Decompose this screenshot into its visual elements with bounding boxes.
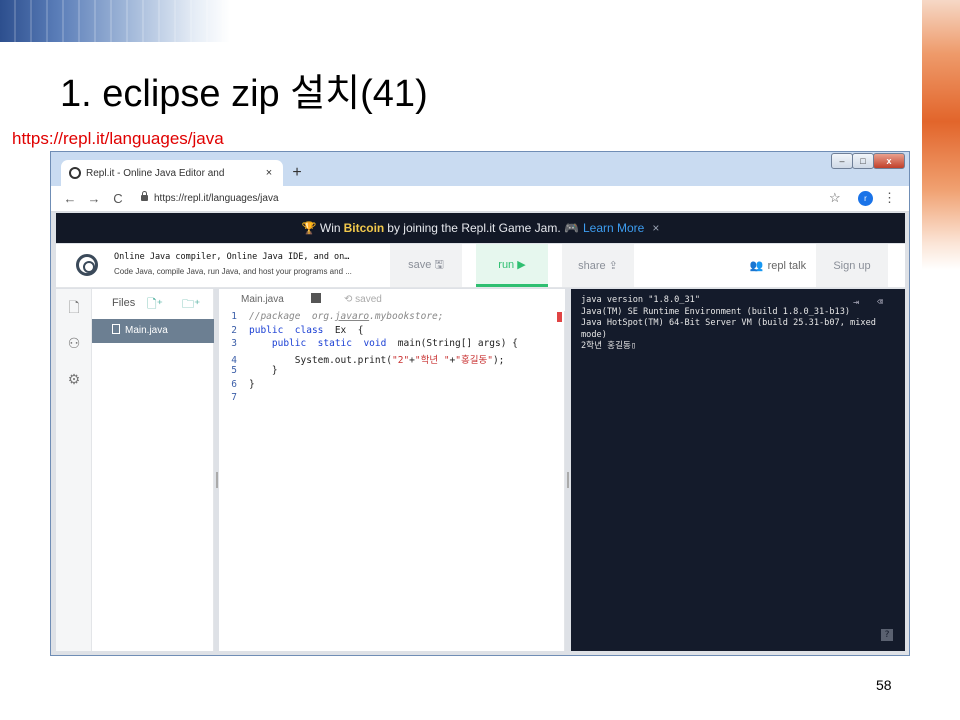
new-tab-button[interactable]: + bbox=[287, 163, 307, 183]
forward-arrow-icon[interactable]: → bbox=[85, 190, 103, 208]
line-number: 4 bbox=[231, 354, 237, 366]
address-bar[interactable]: https://repl.it/languages/java bbox=[131, 189, 851, 209]
file-name: Main.java bbox=[125, 325, 168, 336]
browser-tab[interactable]: Repl.it - Online Java Editor and × bbox=[61, 160, 283, 186]
files-label: Files bbox=[112, 297, 136, 309]
repl-header: Online Java compiler, Online Java IDE, a… bbox=[56, 244, 905, 288]
back-arrow-icon[interactable]: ← bbox=[61, 190, 79, 208]
code-content: } bbox=[249, 378, 255, 390]
line-number: 2 bbox=[231, 324, 237, 336]
replit-favicon-icon bbox=[69, 167, 81, 179]
share-button[interactable]: share ⇪ bbox=[562, 244, 634, 287]
tab-close-icon[interactable]: × bbox=[261, 167, 277, 179]
browser-window: Repl.it - Online Java Editor and × + – □… bbox=[50, 151, 910, 656]
file-item-main-java[interactable]: Main.java bbox=[92, 319, 214, 343]
banner-learn-more-link[interactable]: Learn More bbox=[583, 221, 644, 235]
saved-label: saved bbox=[355, 294, 382, 305]
browser-titlebar: Repl.it - Online Java Editor and × + – □… bbox=[51, 152, 909, 186]
users-icon: 👥 bbox=[749, 260, 764, 272]
console-clear-icon[interactable]: ⌫ bbox=[877, 297, 891, 308]
code-editor[interactable]: Main.java ⟲ saved 1 //package org.javaro.… bbox=[219, 289, 565, 651]
code-comment: //package org.javaro.mybookstore; bbox=[249, 311, 444, 322]
add-folder-icon[interactable]: 🗀⁺ bbox=[182, 295, 200, 316]
code-line: 1 //package org.javaro.mybookstore; bbox=[219, 311, 565, 325]
signup-button[interactable]: Sign up bbox=[816, 244, 888, 287]
code-line: 4 System.out.print("2"+"학년 "+"홍길동"); bbox=[219, 352, 565, 366]
console-expand-icon[interactable]: ⇥ bbox=[853, 297, 867, 308]
tab-title: Repl.it - Online Java Editor and bbox=[86, 167, 225, 179]
code-lines: 1 //package org.javaro.mybookstore; 2 publ… bbox=[219, 311, 565, 406]
browser-toolbar: ← → C https://repl.it/languages/java ☆ r… bbox=[51, 186, 909, 212]
code-line: 7 bbox=[219, 392, 565, 406]
add-file-icon[interactable]: 🗋⁺ bbox=[147, 295, 163, 316]
banner-text: by joining the Repl.it Game Jam. 🎮 bbox=[387, 221, 579, 235]
browser-menu-icon[interactable]: ⋮ bbox=[883, 190, 896, 206]
code-line: 6} bbox=[219, 379, 565, 393]
banner-highlight: Bitcoin bbox=[343, 221, 385, 235]
repl-description: Code Java, compile Java, run Java, and h… bbox=[114, 267, 352, 276]
promo-banner: 🏆 Win Bitcoin by joining the Repl.it Gam… bbox=[56, 213, 905, 243]
console-output[interactable]: java version "1.8.0_31" Java(TM) SE Runt… bbox=[571, 289, 905, 651]
code-line: 3 public static void main(String[] args)… bbox=[219, 338, 565, 352]
multiplayer-icon[interactable]: ⚇ bbox=[66, 335, 82, 351]
banner-prefix: 🏆 Win bbox=[301, 221, 341, 235]
address-text: https://repl.it/languages/java bbox=[154, 193, 279, 204]
window-close-button[interactable]: x bbox=[873, 153, 905, 169]
repl-talk-label: repl talk bbox=[767, 259, 807, 272]
lock-icon bbox=[141, 191, 148, 201]
code-line: 2 public class Ex { bbox=[219, 325, 565, 339]
code-line: 5 } bbox=[219, 365, 565, 379]
pane-resize-handle[interactable] bbox=[567, 472, 569, 488]
window-minimize-button[interactable]: – bbox=[831, 153, 853, 169]
repl-talk-link[interactable]: 👥 repl talk bbox=[746, 244, 810, 287]
line-number: 1 bbox=[231, 311, 237, 322]
code-content: System.out.print("2"+"학년 "+"홍길동"); bbox=[249, 354, 505, 366]
reload-icon[interactable]: C bbox=[109, 190, 127, 208]
slide-decoration-top-left bbox=[0, 0, 230, 42]
line-number: 5 bbox=[231, 365, 237, 376]
console-line: Java HotSpot(TM) 64-Bit Server VM (build… bbox=[581, 318, 882, 340]
files-icon[interactable]: 🗋 bbox=[66, 299, 82, 315]
console-line: Java(TM) SE Runtime Environment (build 1… bbox=[581, 306, 851, 317]
saved-status: ⟲ saved bbox=[344, 294, 382, 305]
replit-logo-icon[interactable] bbox=[76, 254, 98, 276]
editor-file-tab[interactable]: Main.java bbox=[241, 294, 284, 305]
settings-gear-icon[interactable]: ⚙ bbox=[66, 371, 82, 387]
left-sidebar: 🗋 ⚇ ⚙ bbox=[56, 289, 92, 651]
help-icon[interactable]: ? bbox=[881, 629, 893, 641]
file-icon bbox=[112, 324, 120, 334]
bookmark-star-icon[interactable]: ☆ bbox=[829, 190, 841, 206]
page-number: 58 bbox=[876, 677, 892, 693]
profile-avatar[interactable]: r bbox=[858, 191, 873, 206]
notes-icon[interactable] bbox=[311, 293, 321, 303]
code-content: } bbox=[249, 365, 278, 376]
console-line: 2학년 홍길동▯ bbox=[581, 341, 637, 351]
editor-tabbar: Main.java ⟲ saved bbox=[219, 289, 565, 311]
run-button[interactable]: run ▶ bbox=[476, 244, 548, 287]
slide: 1. eclipse zip 설치(41) https://repl.it/la… bbox=[0, 0, 960, 720]
slide-decoration-top-right bbox=[922, 0, 960, 270]
line-number: 6 bbox=[231, 378, 237, 390]
slide-title: 1. eclipse zip 설치(41) bbox=[60, 73, 428, 115]
slide-url-link[interactable]: https://repl.it/languages/java bbox=[12, 129, 224, 149]
code-content: public static void main(String[] args) { bbox=[271, 338, 518, 349]
code-content: public class Ex { bbox=[249, 324, 364, 336]
banner-close-icon[interactable]: × bbox=[652, 221, 659, 235]
pane-resize-handle[interactable] bbox=[216, 472, 218, 488]
window-maximize-button[interactable]: □ bbox=[852, 153, 874, 169]
line-number: 7 bbox=[231, 392, 237, 403]
console-line: java version "1.8.0_31" bbox=[581, 295, 700, 305]
save-button[interactable]: save 🖫 bbox=[390, 244, 462, 287]
file-tree-pane: Files 🗋⁺ 🗀⁺ Main.java bbox=[92, 289, 214, 651]
repl-title[interactable]: Online Java compiler, Online Java IDE, a… bbox=[114, 252, 349, 262]
line-number: 3 bbox=[231, 338, 237, 349]
